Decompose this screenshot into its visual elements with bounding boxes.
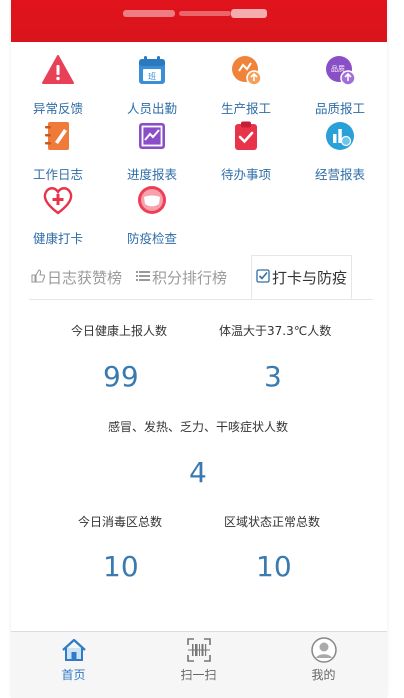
shortcut-production-report[interactable]: 生产报工 [199,54,293,118]
svg-text:班: 班 [148,71,156,81]
notebook-icon [45,122,69,150]
shortcut-quality-report[interactable]: 品质 品质报工 [293,54,387,118]
shortcut-label: 健康打卡 [32,231,83,246]
shortcut-todo[interactable]: 待办事项 [199,120,293,184]
shortcut-label: 防疫检查 [126,231,177,246]
heart-plus-icon [43,187,73,215]
home-icon [62,638,86,661]
mask-icon [138,186,166,214]
normal-zones-label: 区域状态正常总数 [224,515,321,529]
nav-label: 我的 [311,668,336,682]
shortcut-label: 品质报工 [314,101,365,116]
header-blur [123,10,175,17]
shortcut-label: 经营报表 [314,167,365,182]
quality-report-icon: 品质 [326,56,356,86]
shortcut-epidemic-check[interactable]: 防疫检查 [105,184,199,248]
shortcut-health-checkin[interactable]: 健康打卡 [11,184,105,248]
user-icon [311,637,337,663]
bottom-nav: 首页 扫一扫 我的 [11,631,387,698]
list-icon [136,255,150,301]
shortcut-business-report[interactable]: 经营报表 [293,120,387,184]
shortcut-label: 进度报表 [126,167,177,182]
health-report-value: 99 [103,360,139,393]
svg-text:品质: 品质 [331,64,345,73]
fever-label: 体温大于37.3℃人数 [219,324,332,338]
shortcut-label: 工作日志 [32,167,83,182]
tab-log-likes[interactable]: 日志获赞榜 [31,255,122,299]
scan-icon [187,638,211,662]
disinfected-label: 今日消毒区总数 [78,515,163,529]
header-banner [11,0,387,42]
shortcut-abnormal-feedback[interactable]: 异常反馈 [11,54,105,118]
trend-chart-icon [139,123,165,149]
ranking-tabs: 日志获赞榜 积分排行榜 打卡与防疫 [29,255,373,300]
nav-label: 首页 [61,668,86,682]
disinfected-value: 10 [103,550,139,583]
symptoms-label: 感冒、发热、乏力、干咳症状人数 [108,420,289,434]
nav-home[interactable]: 首页 [11,632,136,698]
nav-scan[interactable]: 扫一扫 [136,632,261,698]
app-frame: 异常反馈 班 人员出勤 生产报工 品质 品质报工 工作日志 进度报表 待办事项 … [11,0,387,698]
tab-points-ranking[interactable]: 积分排行榜 [136,255,227,299]
normal-zones-value: 10 [256,550,292,583]
checkbox-icon [256,256,270,300]
shortcut-label: 人员出勤 [126,101,177,116]
tab-label: 打卡与防疫 [272,269,348,287]
tab-label: 积分排行榜 [152,269,228,287]
nav-label: 扫一扫 [180,668,217,682]
tab-label: 日志获赞榜 [47,269,123,287]
tab-checkin-epidemic[interactable]: 打卡与防疫 [251,255,353,300]
health-report-label: 今日健康上报人数 [71,324,168,338]
shortcut-attendance[interactable]: 班 人员出勤 [105,54,199,118]
fever-value: 3 [264,360,282,393]
nav-profile[interactable]: 我的 [261,632,386,698]
shortcut-label: 待办事项 [220,167,271,182]
shortcut-label: 生产报工 [220,101,271,116]
shortcut-work-log[interactable]: 工作日志 [11,120,105,184]
calendar-shift-icon: 班 [139,56,165,84]
thumbs-up-icon [31,255,46,301]
production-report-icon [232,56,262,86]
business-chart-icon [326,122,354,150]
header-blur [179,11,231,16]
shortcut-label: 异常反馈 [32,101,83,116]
warning-triangle-icon [42,55,74,84]
shortcut-progress-report[interactable]: 进度报表 [105,120,199,184]
clipboard-check-icon [235,121,257,150]
header-blur [231,9,267,18]
symptoms-value: 4 [189,456,207,489]
